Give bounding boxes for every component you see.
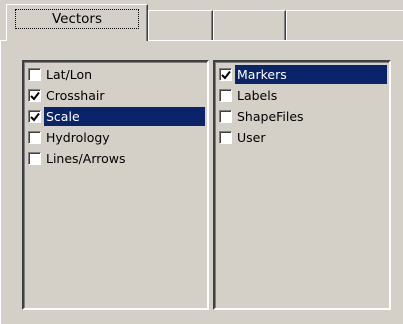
list-item-label: Labels	[237, 88, 278, 103]
checkmark-icon	[30, 91, 40, 101]
list-item-label: Lines/Arrows	[46, 151, 126, 166]
checkbox-labels[interactable]	[219, 89, 232, 102]
checkbox-user[interactable]	[219, 131, 232, 144]
list-item-lat-lon[interactable]: Lat/Lon	[26, 64, 205, 85]
tab-vectors[interactable]: Vectors	[6, 4, 148, 41]
checkbox-shapefiles[interactable]	[219, 110, 232, 123]
list-item-label: Hydrology	[46, 130, 110, 145]
checkbox-scale[interactable]	[28, 110, 41, 123]
list-item-markers[interactable]: Markers	[217, 64, 387, 85]
tab-4[interactable]	[286, 10, 403, 41]
list-item-label: Crosshair	[46, 88, 105, 103]
list-item-label: Markers	[235, 65, 387, 84]
list-item-crosshair[interactable]: Crosshair	[26, 85, 205, 106]
checkbox-lines-arrows[interactable]	[28, 152, 41, 165]
tab-3[interactable]	[213, 10, 286, 41]
left-checklist-items: Lat/Lon Crosshair Scale Hydrology Lines/Arro…	[26, 64, 205, 169]
tab-2[interactable]	[148, 10, 213, 41]
right-checklist[interactable]: Markers Labels ShapeFiles User	[213, 60, 391, 310]
list-item-user[interactable]: User	[217, 127, 387, 148]
tab-strip: Vectors	[0, 0, 403, 41]
checkmark-icon	[30, 112, 40, 122]
list-item-label: Lat/Lon	[46, 67, 93, 82]
checkmark-icon	[221, 70, 231, 80]
list-item-label: ShapeFiles	[237, 109, 304, 124]
list-item-label: Scale	[44, 107, 205, 126]
tab-vectors-label: Vectors	[15, 9, 139, 29]
list-item-labels[interactable]: Labels	[217, 85, 387, 106]
left-checklist[interactable]: Lat/Lon Crosshair Scale Hydrology Lines/Arro…	[22, 60, 209, 310]
checkbox-hydrology[interactable]	[28, 131, 41, 144]
list-item-shapefiles[interactable]: ShapeFiles	[217, 106, 387, 127]
checkbox-crosshair[interactable]	[28, 89, 41, 102]
list-item-lines-arrows[interactable]: Lines/Arrows	[26, 148, 205, 169]
right-checklist-items: Markers Labels ShapeFiles User	[217, 64, 387, 148]
list-item-hydrology[interactable]: Hydrology	[26, 127, 205, 148]
list-item-scale[interactable]: Scale	[26, 106, 205, 127]
list-item-label: User	[237, 130, 266, 145]
checkbox-lat-lon[interactable]	[28, 68, 41, 81]
checkbox-markers[interactable]	[219, 68, 232, 81]
